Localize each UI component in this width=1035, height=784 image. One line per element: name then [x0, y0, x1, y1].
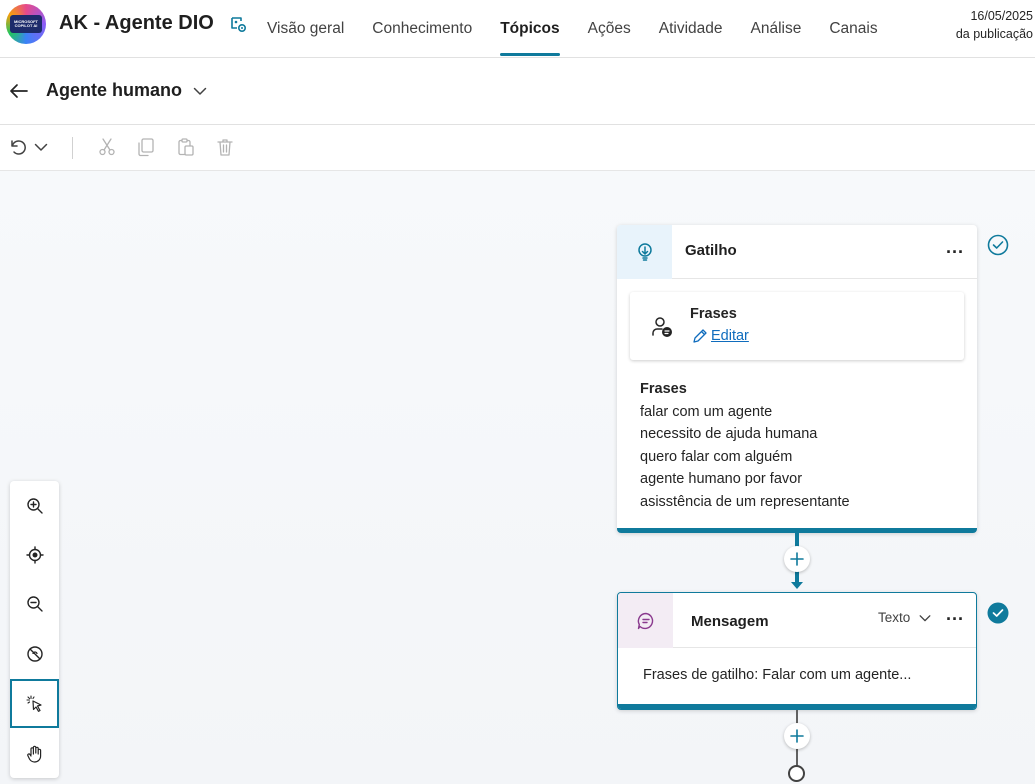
- pan-mode-button[interactable]: [10, 729, 59, 778]
- app-logo[interactable]: MICROSOFT COPILOT AI: [6, 4, 46, 44]
- zoom-controls: [10, 481, 59, 778]
- add-node-button[interactable]: [784, 723, 810, 749]
- phrases-heading: Frases: [640, 381, 687, 397]
- chevron-down-icon[interactable]: [192, 83, 208, 99]
- person-chat-icon: [652, 317, 672, 337]
- trigger-phrases-label: Frases: [690, 306, 737, 322]
- message-card-accent-bar: [618, 704, 976, 709]
- back-arrow-icon[interactable]: [8, 80, 30, 102]
- message-type-label: Texto: [878, 610, 911, 625]
- select-pointer-icon: [25, 694, 42, 712]
- pencil-icon: [693, 329, 707, 343]
- minimap-toggle-icon: [26, 645, 43, 662]
- trigger-more-options-icon[interactable]: ···: [945, 242, 965, 262]
- zoom-out-icon: [26, 595, 43, 612]
- app-title: AK - Agente DIO: [59, 12, 214, 34]
- plus-icon: [790, 552, 804, 566]
- connector-arrow-icon: [791, 582, 803, 589]
- publish-info: 16/05/2025 da publicação: [956, 7, 1033, 43]
- trigger-card-title: Gatilho: [685, 242, 737, 259]
- edit-phrases-link[interactable]: Editar: [692, 328, 749, 344]
- phrase-item: falar com um agente: [640, 403, 773, 420]
- publish-date: 16/05/2025: [970, 9, 1033, 23]
- message-more-options-icon[interactable]: ···: [945, 609, 965, 629]
- tab-topicos[interactable]: Tópicos: [486, 0, 573, 58]
- message-preview: Frases de gatilho: Falar com um agente..…: [643, 667, 912, 683]
- chevron-down-icon: [919, 614, 931, 621]
- chat-bubble-icon: [637, 612, 653, 629]
- message-valid-check-icon: [987, 602, 1009, 624]
- edit-toolbar: [0, 125, 1035, 171]
- tab-acoes[interactable]: Ações: [574, 0, 645, 58]
- tab-atividade[interactable]: Atividade: [645, 0, 737, 58]
- tab-analise[interactable]: Análise: [737, 0, 816, 58]
- tab-visao-geral[interactable]: Visão geral: [253, 0, 358, 58]
- message-icon-box: [618, 593, 673, 648]
- trigger-card[interactable]: Gatilho ··· Frases Editar Frases falar c…: [617, 225, 977, 533]
- minimap-toggle-button[interactable]: [10, 629, 59, 678]
- undo-dropdown-chevron-icon[interactable]: [33, 139, 49, 155]
- phrase-item: quero falar com alguém: [640, 448, 793, 465]
- logo-text: MICROSOFT COPILOT AI: [14, 19, 38, 28]
- message-type-select[interactable]: Texto: [878, 610, 932, 625]
- main-nav: Visão geral Conhecimento Tópicos Ações A…: [253, 0, 892, 58]
- phrase-item: asisstência de um representante: [640, 493, 850, 510]
- paste-icon[interactable]: [176, 137, 196, 157]
- message-card[interactable]: Mensagem Texto ··· Frases de gatilho: Fa…: [617, 592, 977, 710]
- tab-canais[interactable]: Canais: [815, 0, 891, 58]
- message-card-title: Mensagem: [691, 613, 769, 630]
- tab-conhecimento[interactable]: Conhecimento: [358, 0, 486, 58]
- trigger-valid-check-icon: [987, 234, 1009, 256]
- plus-icon: [790, 729, 804, 743]
- trigger-phrases-list: Frases falar com um agente necessito de …: [640, 378, 850, 513]
- trigger-icon-box: [617, 225, 672, 279]
- zoom-in-button[interactable]: [10, 481, 59, 530]
- select-mode-button[interactable]: [10, 679, 59, 728]
- copy-icon[interactable]: [136, 137, 156, 157]
- trigger-card-header: Gatilho ···: [617, 225, 977, 279]
- authoring-canvas[interactable]: Gatilho ··· Frases Editar Frases falar c…: [0, 171, 1035, 784]
- edit-link-label: Editar: [711, 328, 749, 344]
- toolbar-divider: [72, 137, 73, 159]
- agent-settings-icon[interactable]: [228, 14, 248, 34]
- phrase-item: necessito de ajuda humana: [640, 426, 818, 442]
- phrase-item: agente humano por favor: [640, 471, 803, 487]
- publish-label: da publicação: [955, 27, 1033, 41]
- delete-icon[interactable]: [215, 137, 235, 157]
- undo-icon[interactable]: [8, 137, 28, 157]
- message-card-header: Mensagem Texto ···: [618, 593, 976, 648]
- zoom-in-icon: [26, 497, 43, 514]
- flow-end-node: [788, 765, 805, 782]
- recenter-icon: [25, 545, 44, 564]
- top-bar: MICROSOFT COPILOT AI AK - Agente DIO Vis…: [0, 0, 1035, 58]
- trigger-phrases-box[interactable]: Frases Editar: [630, 292, 964, 360]
- add-node-button[interactable]: [784, 546, 810, 572]
- cut-icon[interactable]: [97, 137, 117, 157]
- recenter-button[interactable]: [10, 530, 59, 579]
- trigger-bulb-icon: [637, 243, 652, 261]
- topic-header: Agente humano: [0, 58, 1035, 125]
- zoom-out-button[interactable]: [10, 579, 59, 628]
- topic-name[interactable]: Agente humano: [46, 80, 182, 101]
- pan-hand-icon: [26, 745, 41, 763]
